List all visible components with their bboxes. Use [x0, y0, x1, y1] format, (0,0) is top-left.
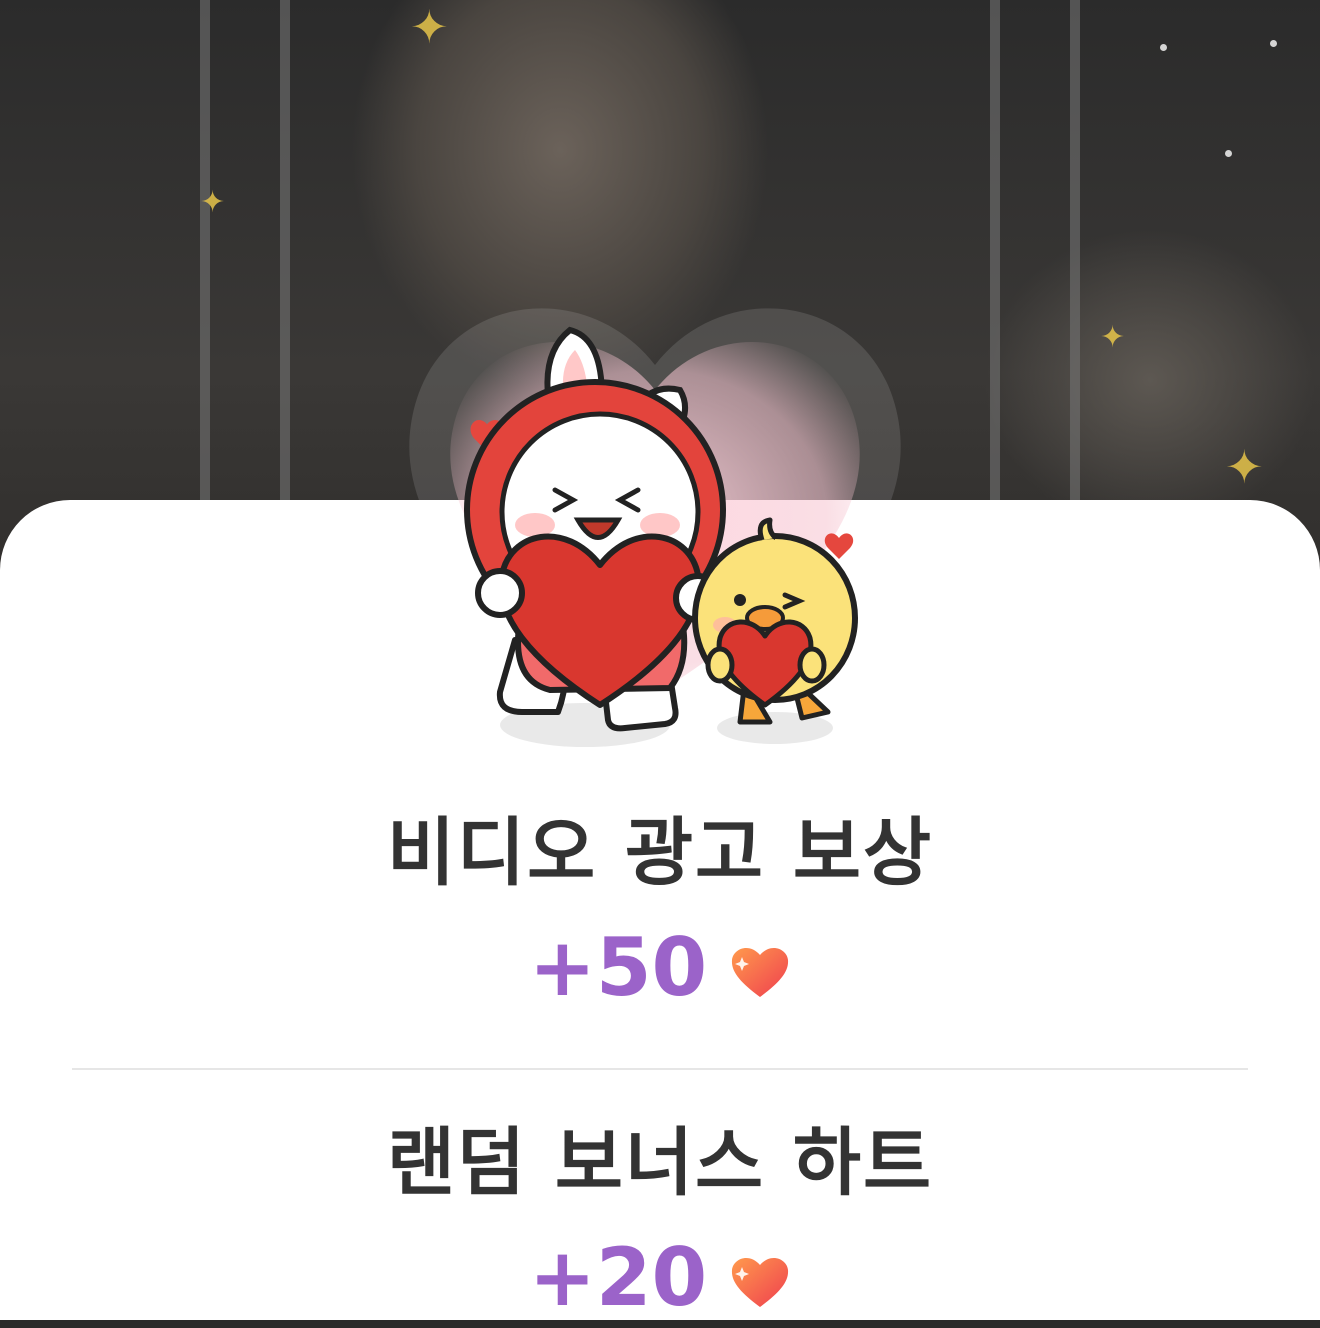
reward-item-video-ad: 비디오 광고 보상 +50	[0, 808, 1320, 1018]
reward-item-random-bonus: 랜덤 보너스 하트 +20	[0, 1118, 1320, 1328]
mascot-illustration	[464, 326, 858, 747]
sparkle-icon: ✦	[1100, 320, 1126, 355]
star-dot	[1270, 40, 1277, 47]
reward-amount: +20	[529, 1228, 791, 1328]
reward-amount: +50	[529, 918, 791, 1018]
heart-icon	[732, 947, 789, 997]
background-frame	[200, 0, 290, 520]
sparkle-icon: ✦	[1225, 440, 1264, 494]
sparkle-icon: ✦	[200, 185, 226, 220]
divider	[72, 1068, 1248, 1070]
background-frame	[990, 0, 1080, 520]
star-dot	[1225, 150, 1232, 157]
reward-title: 랜덤 보너스 하트	[386, 1120, 934, 1206]
reward-title: 비디오 광고 보상	[386, 810, 934, 896]
reward-amount-value: +50	[528, 921, 708, 1014]
sparkle-icon: ✦	[410, 0, 449, 54]
heart-icon	[732, 1257, 789, 1307]
star-dot	[1160, 44, 1167, 51]
reward-amount-value: +20	[528, 1231, 708, 1324]
